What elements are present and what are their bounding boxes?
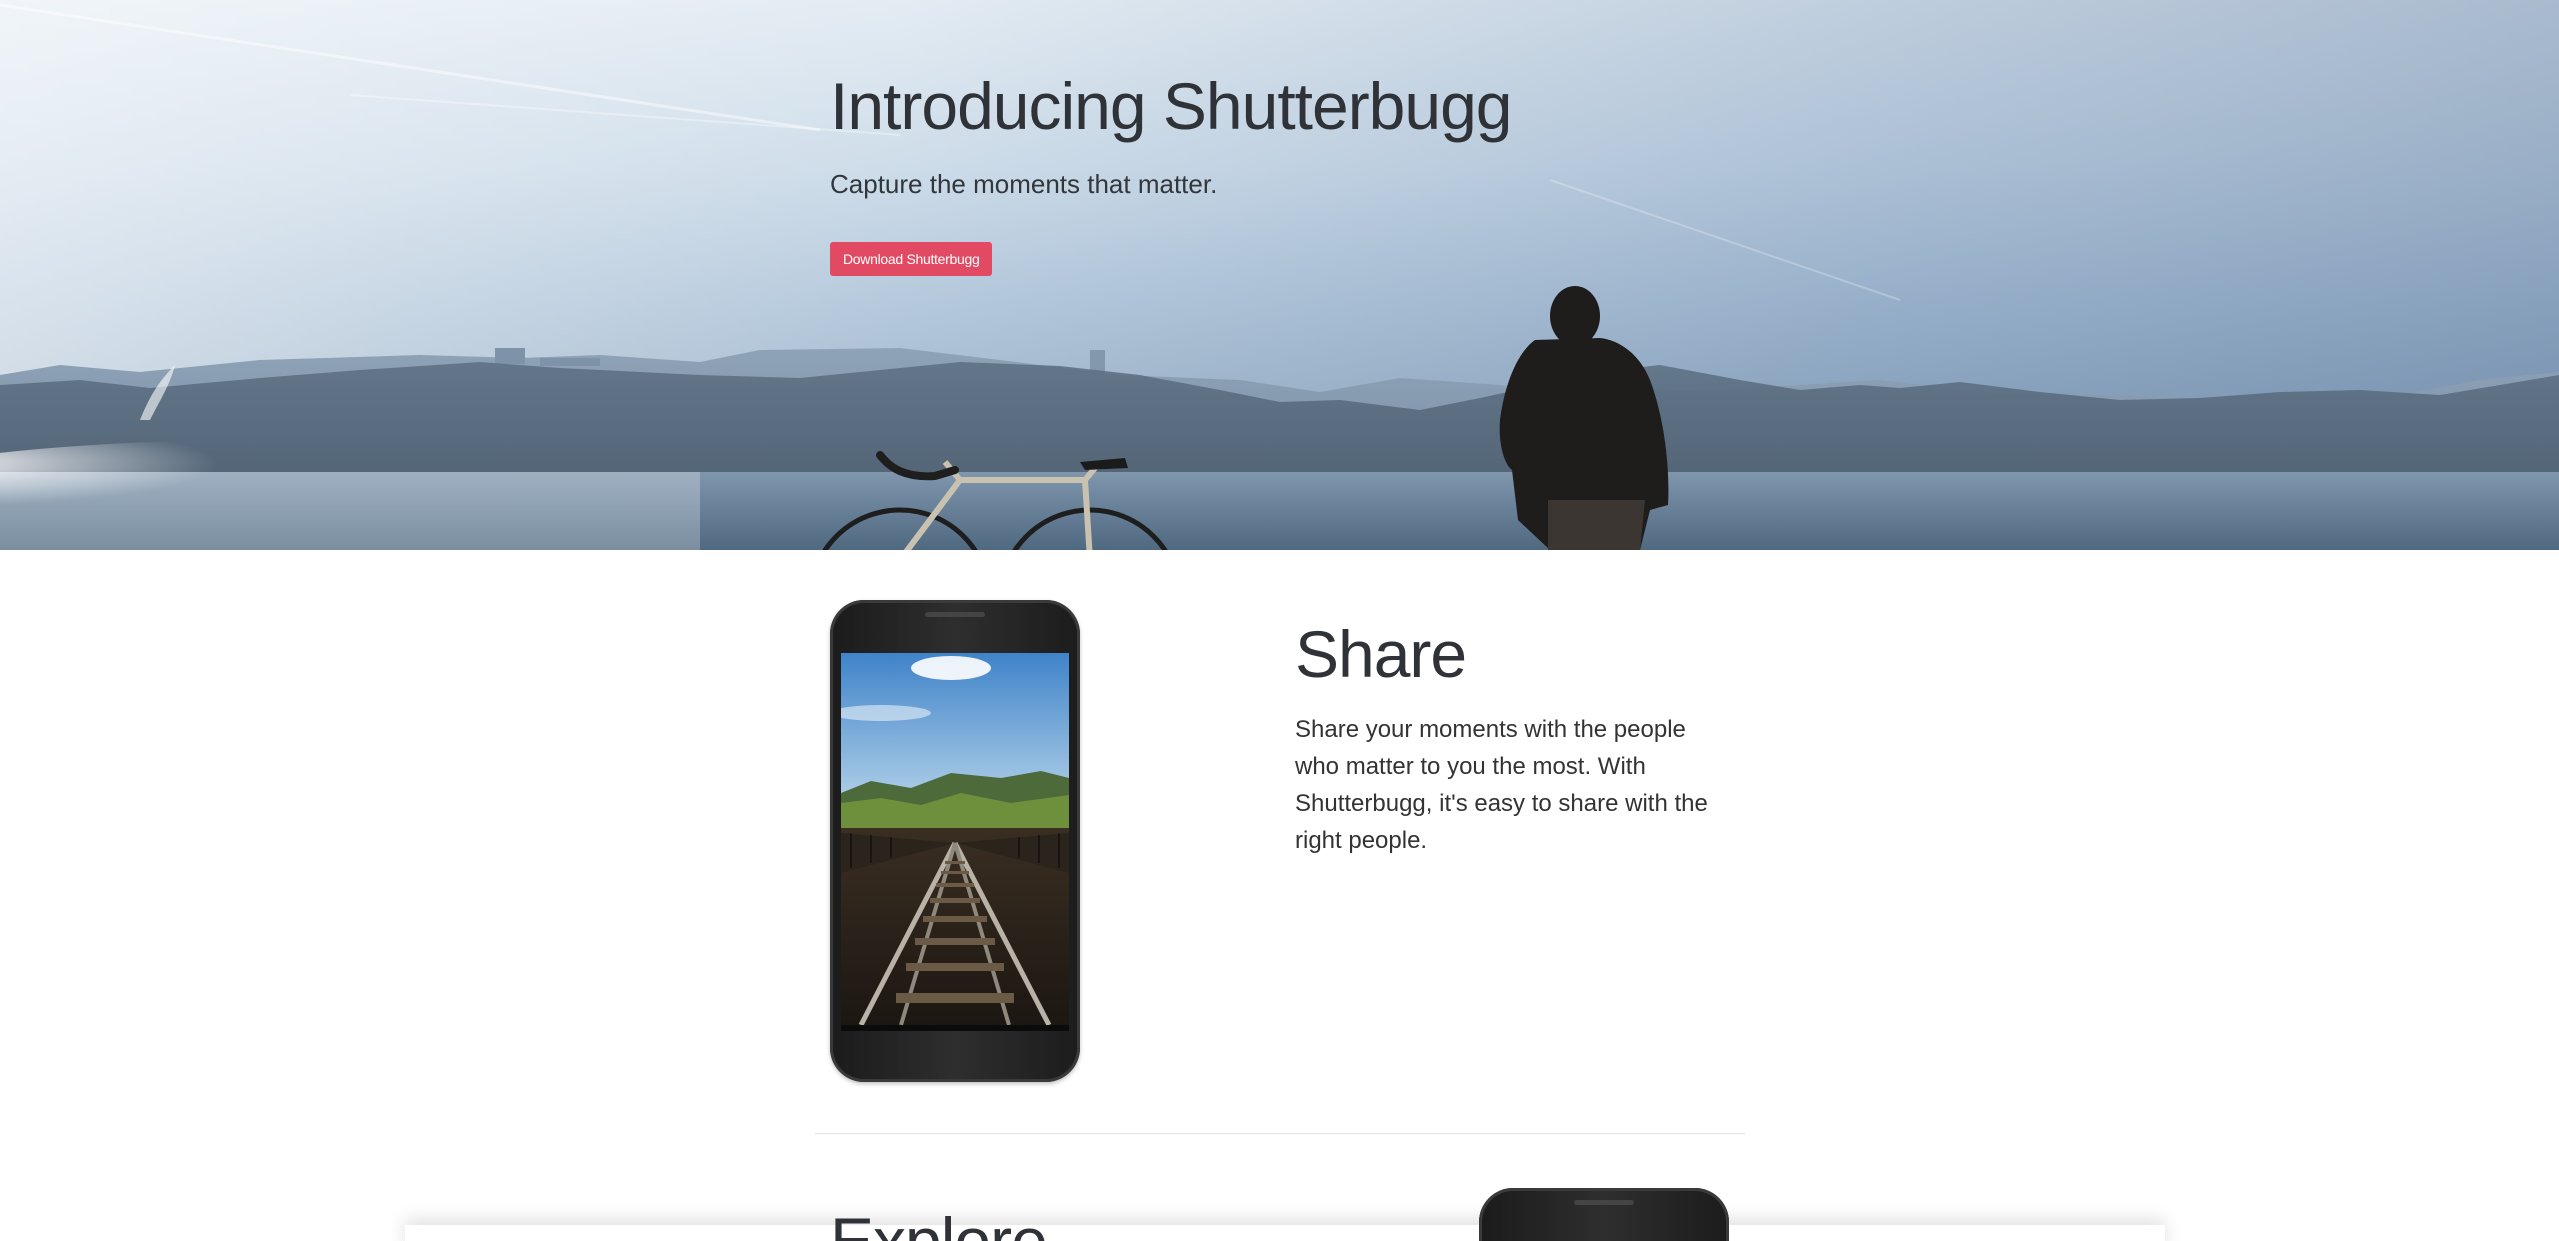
phone-speaker: [1574, 1200, 1634, 1205]
feature-share-text: Share Share your moments with the people…: [1295, 618, 1735, 859]
feature-share-description: Share your moments with the people who m…: [1295, 715, 1708, 854]
phone-chin: [841, 1025, 1069, 1031]
hero-banner: Introducing Shutterbugg Capture the mome…: [0, 0, 2559, 550]
railway-photo: [841, 653, 1069, 1025]
phone-mockup: [830, 600, 1080, 1082]
next-section-shadow: [405, 1225, 2165, 1241]
hero-subtitle: Capture the moments that matter.: [830, 168, 1218, 199]
hero-title: Introducing Shutterbugg: [830, 69, 1513, 143]
phone-mockup-explore: [1479, 1188, 1729, 1241]
phone-speaker: [925, 612, 985, 617]
hero-content: Introducing Shutterbugg Capture the mome…: [830, 70, 1730, 276]
phone-screen-image: [841, 653, 1069, 1025]
download-button[interactable]: Download Shutterbugg: [830, 241, 993, 276]
section-divider: [815, 1133, 1745, 1134]
feature-share-title: Share: [1295, 617, 1467, 691]
landing-page: Introducing Shutterbugg Capture the mome…: [0, 0, 2559, 1241]
feature-explore-title: Explore: [830, 1204, 1048, 1241]
